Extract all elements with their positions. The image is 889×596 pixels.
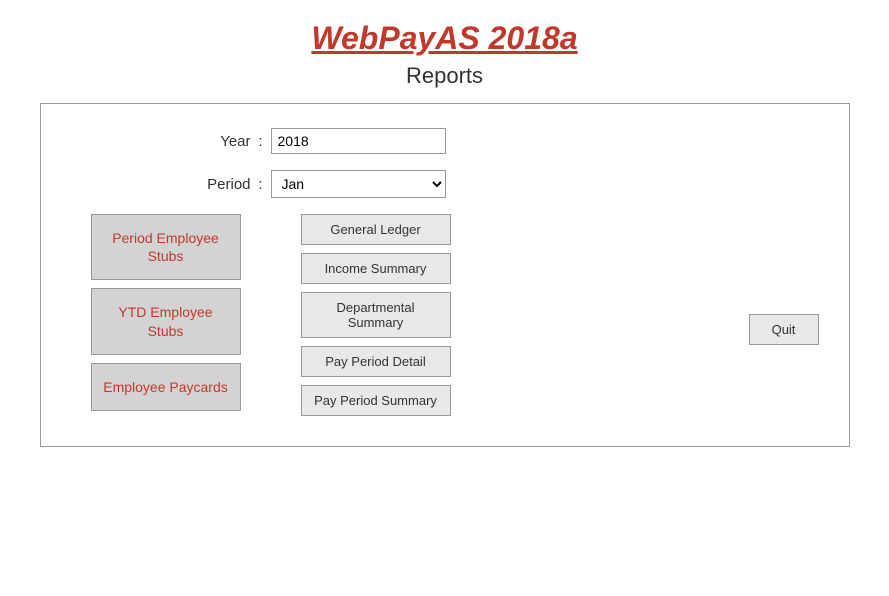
period-colon: :: [251, 176, 271, 193]
employee-paycards-button[interactable]: Employee Paycards: [91, 363, 241, 411]
left-buttons: Period Employee Stubs YTD Employee Stubs…: [91, 214, 241, 416]
pay-period-summary-button[interactable]: Pay Period Summary: [301, 385, 451, 416]
page-heading: Reports: [406, 63, 483, 89]
pay-period-detail-button[interactable]: Pay Period Detail: [301, 346, 451, 377]
year-row: Year :: [171, 128, 819, 154]
period-select[interactable]: Jan Feb Mar Apr May Jun Jul Aug Sep Oct …: [271, 170, 446, 198]
quit-button[interactable]: Quit: [749, 314, 819, 345]
page-wrapper: WebPayAS 2018a Reports Year : Period : J…: [0, 0, 889, 596]
year-input[interactable]: [271, 128, 446, 154]
quit-area: Quit: [451, 214, 819, 416]
year-colon: :: [251, 133, 271, 150]
main-container: Year : Period : Jan Feb Mar Apr May Jun …: [40, 103, 850, 447]
departmental-summary-button[interactable]: Departmental Summary: [301, 292, 451, 338]
period-label: Period: [171, 176, 251, 193]
app-title: WebPayAS 2018a: [311, 20, 577, 57]
year-label: Year: [171, 133, 251, 150]
right-buttons: General Ledger Income Summary Department…: [301, 214, 451, 416]
income-summary-button[interactable]: Income Summary: [301, 253, 451, 284]
general-ledger-button[interactable]: General Ledger: [301, 214, 451, 245]
period-employee-stubs-button[interactable]: Period Employee Stubs: [91, 214, 241, 280]
ytd-employee-stubs-button[interactable]: YTD Employee Stubs: [91, 288, 241, 354]
buttons-outer: Period Employee Stubs YTD Employee Stubs…: [71, 214, 819, 416]
period-row: Period : Jan Feb Mar Apr May Jun Jul Aug…: [171, 170, 819, 198]
